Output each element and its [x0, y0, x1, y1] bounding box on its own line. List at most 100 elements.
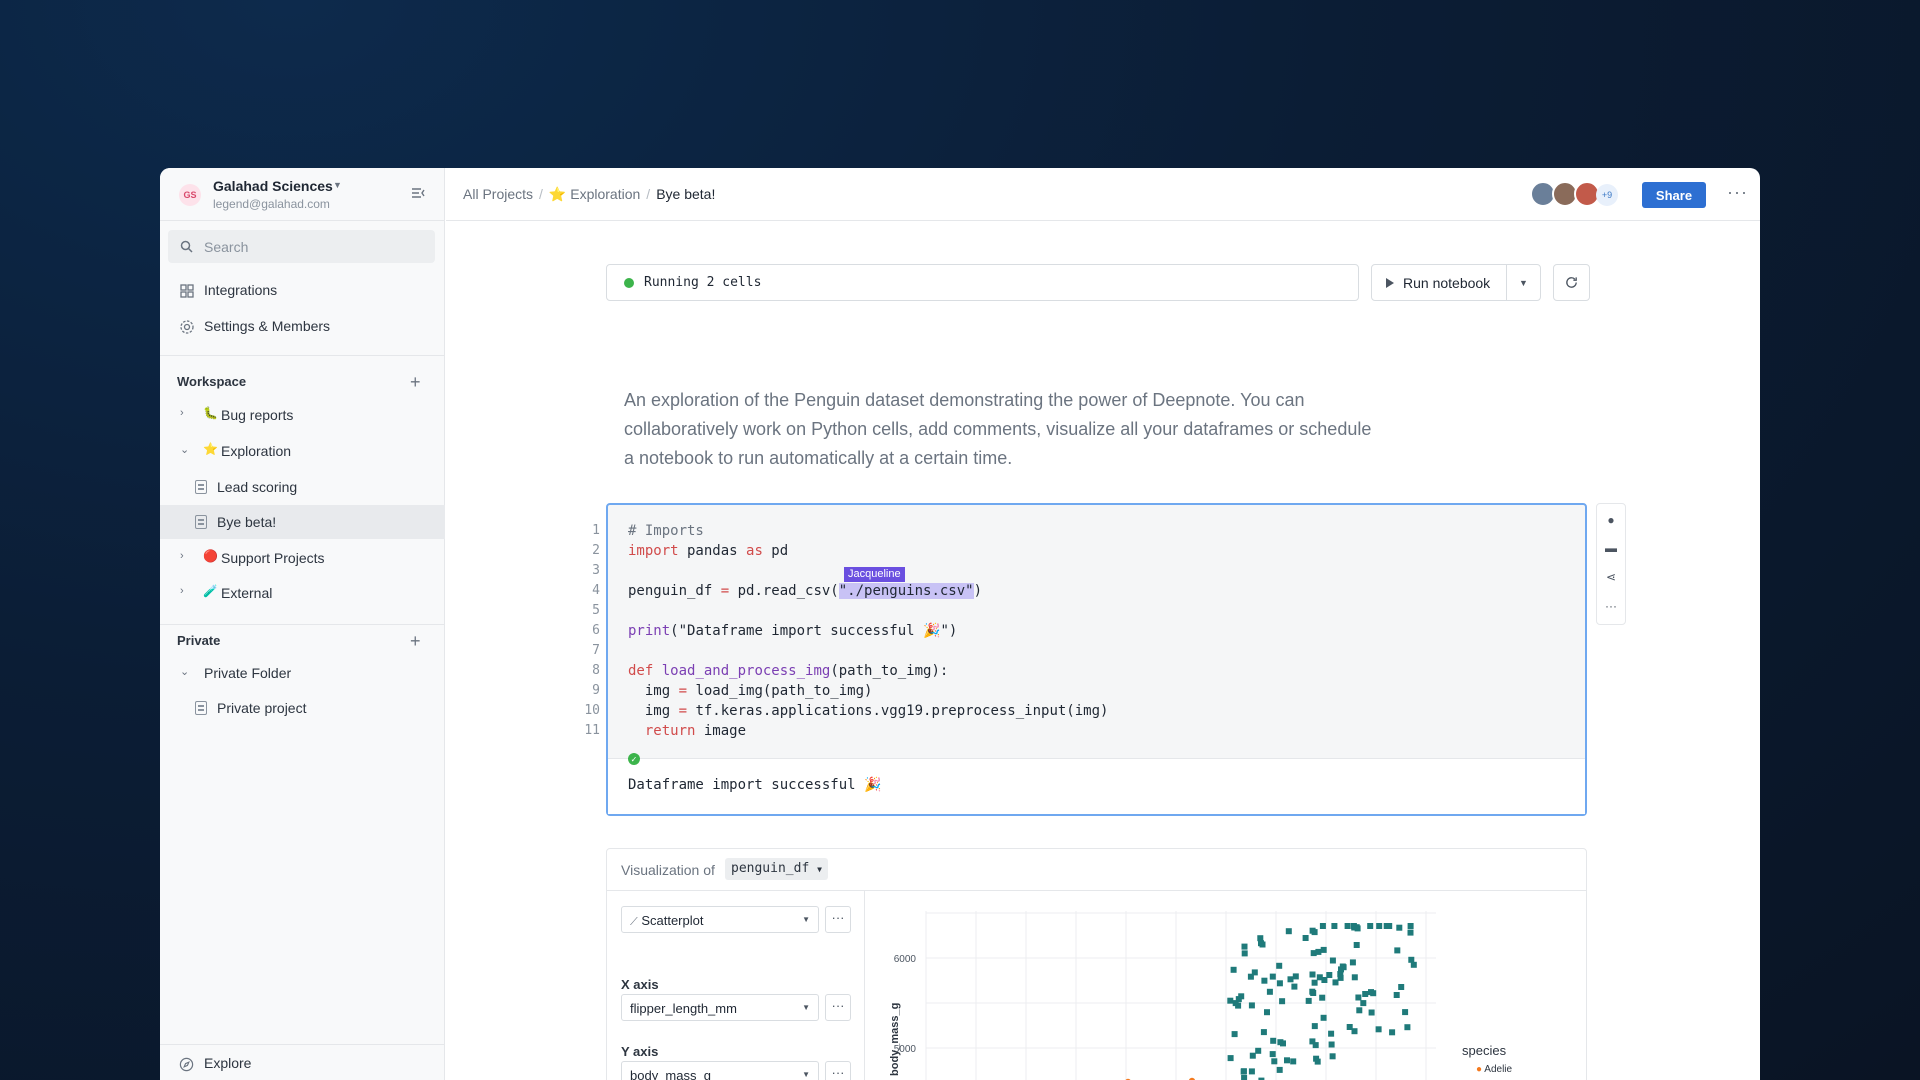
breadcrumb-folder[interactable]: Exploration — [570, 186, 640, 202]
data-point — [1362, 991, 1369, 997]
tree-item-lead-scoring[interactable]: Lead scoring — [160, 470, 445, 504]
nav-integrations-label: Integrations — [204, 282, 278, 298]
tree-item-external[interactable]: › 🧪 External — [160, 576, 445, 610]
tree-item-exploration[interactable]: ⌄ ⭐ Exploration — [160, 434, 445, 468]
data-point — [1319, 994, 1326, 1001]
chevron-right-icon[interactable]: › — [180, 550, 184, 562]
chevron-down-icon[interactable]: ▼ — [333, 180, 342, 190]
more-options-icon[interactable]: ··· — [1727, 182, 1748, 203]
data-point — [1404, 1024, 1411, 1031]
data-point — [1368, 989, 1374, 996]
collapse-sidebar-icon[interactable] — [410, 185, 426, 201]
data-point — [1276, 1066, 1283, 1073]
chevron-down-icon[interactable]: ⌄ — [180, 665, 189, 678]
nav-explore[interactable]: Explore — [160, 1044, 445, 1080]
nav-integrations[interactable]: Integrations — [160, 276, 445, 306]
add-workspace-icon[interactable]: + — [410, 373, 421, 391]
collaborator-cursor-label: Jacqueline — [844, 567, 905, 582]
line-numbers: 1 2 3 4 5 6 7 8 9 10 11 — [584, 523, 600, 738]
data-point — [1311, 1023, 1318, 1030]
tree-item-support-projects[interactable]: › 🔴 Support Projects — [160, 541, 445, 575]
data-point — [1249, 1052, 1256, 1059]
document-icon — [195, 701, 207, 715]
run-status-bar: Running 2 cells — [606, 264, 1359, 301]
tree-item-bye-beta[interactable]: Bye beta! — [160, 505, 445, 539]
nav-settings[interactable]: Settings & Members — [160, 312, 445, 342]
line-chart-icon: ⟋ — [630, 916, 638, 928]
data-point — [1346, 1024, 1353, 1030]
x-axis-more[interactable]: ··· — [825, 994, 851, 1021]
data-point — [1328, 1041, 1335, 1048]
workspace-heading: Workspace — [177, 374, 247, 389]
data-point — [1354, 925, 1361, 932]
tree-item-label: External — [221, 585, 273, 601]
nav-explore-label: Explore — [204, 1055, 252, 1071]
data-point — [1328, 1030, 1335, 1037]
star-icon: ⭐ — [203, 442, 218, 456]
x-axis-select[interactable]: flipper_length_mm ▼ — [621, 994, 819, 1021]
data-point — [1398, 984, 1405, 990]
add-private-icon[interactable]: + — [410, 632, 421, 650]
visualization-header: Visualization of penguin_df ▼ — [607, 849, 1586, 891]
org-name[interactable]: Galahad Sciences — [213, 178, 333, 194]
flask-icon: 🧪 — [203, 584, 218, 598]
tree-item-private-project[interactable]: Private project — [160, 691, 445, 725]
run-notebook-button[interactable]: Run notebook — [1371, 264, 1507, 301]
org-header[interactable]: GS Galahad Sciences ▼ legend@galahad.com — [160, 168, 444, 221]
dataframe-selector[interactable]: penguin_df ▼ — [725, 858, 828, 880]
tree-item-bug-reports[interactable]: › 🐛 Bug reports — [160, 398, 445, 432]
star-icon: ⭐ — [548, 186, 567, 202]
chart-type-select[interactable]: ⟋ Scatterplot ▼ — [621, 906, 819, 933]
more-options-icon[interactable]: ··· — [1604, 599, 1618, 613]
data-point — [1332, 979, 1339, 986]
data-point — [1292, 973, 1299, 980]
data-point — [1271, 1058, 1278, 1065]
x-axis-label: X axis — [621, 977, 659, 992]
data-point — [1329, 957, 1336, 964]
play-circle-icon[interactable]: ● — [1604, 513, 1618, 527]
breadcrumb-all-projects[interactable]: All Projects — [463, 186, 533, 202]
app-window: GS Galahad Sciences ▼ legend@galahad.com… — [160, 168, 1760, 1080]
data-point — [1241, 950, 1248, 957]
share-button[interactable]: Share — [1642, 182, 1706, 208]
data-point — [1331, 923, 1338, 929]
tree-item-label: Bug reports — [221, 407, 294, 423]
data-point — [1269, 973, 1276, 980]
share-icon[interactable]: ⋖ — [1604, 570, 1618, 584]
check-icon: ✓ — [628, 753, 640, 765]
data-point — [1290, 1058, 1297, 1065]
y-axis-more[interactable]: ··· — [825, 1061, 851, 1080]
chart-type-text: Scatterplot — [641, 913, 704, 928]
restart-button[interactable] — [1553, 264, 1590, 301]
play-icon — [1386, 278, 1394, 288]
data-point — [1321, 977, 1328, 983]
visualization-block: Visualization of penguin_df ▼ ⟋ Scatterp… — [606, 848, 1587, 1080]
tree-item-private-folder[interactable]: ⌄ Private Folder — [160, 656, 445, 690]
chevron-right-icon[interactable]: › — [180, 585, 184, 597]
comment-icon[interactable]: ▬ — [1604, 541, 1618, 555]
run-options-dropdown[interactable]: ▼ — [1506, 264, 1541, 301]
more-collaborators-badge[interactable]: +9 — [1596, 184, 1618, 206]
data-point — [1248, 1002, 1255, 1009]
chevron-down-icon: ▼ — [802, 1003, 810, 1012]
search-input[interactable]: Search — [168, 230, 435, 263]
data-point — [1383, 923, 1390, 929]
data-point — [1311, 979, 1318, 986]
running-indicator — [624, 278, 634, 288]
tree-item-label: Exploration — [221, 443, 292, 459]
chart-type-more[interactable]: ··· — [825, 906, 851, 933]
dataframe-name: penguin_df — [731, 861, 810, 876]
data-point — [1232, 1000, 1239, 1007]
data-point — [1277, 1039, 1284, 1046]
document-icon — [195, 480, 207, 494]
data-point — [1329, 1053, 1336, 1060]
data-point — [1320, 1014, 1327, 1021]
y-axis-select[interactable]: body_mass_g ▼ — [621, 1061, 819, 1080]
code-cell[interactable]: 1 2 3 4 5 6 7 8 9 10 11 # Imports import… — [584, 503, 1587, 816]
code-editor[interactable]: # Imports import pandas as pd penguin_df… — [628, 521, 1108, 741]
data-point — [1367, 923, 1374, 929]
data-point — [1351, 974, 1358, 981]
chevron-right-icon[interactable]: › — [180, 407, 184, 419]
chevron-down-icon[interactable]: ⌄ — [180, 443, 189, 456]
org-avatar: GS — [179, 184, 201, 206]
